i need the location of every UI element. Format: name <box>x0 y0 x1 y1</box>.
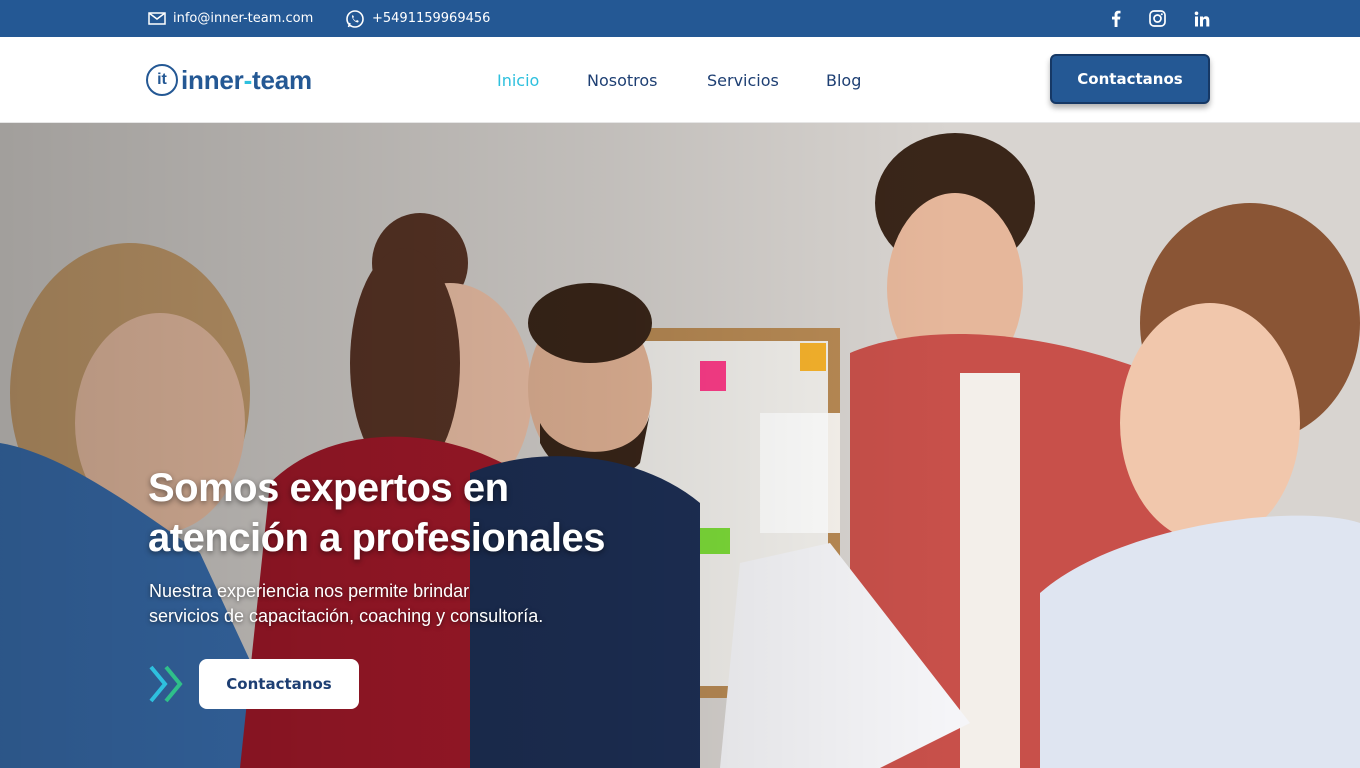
top-bar: info@inner-team.com +5491159969456 <box>0 0 1360 37</box>
hero-title-line-1: Somos expertos en <box>148 466 509 510</box>
hero-title: Somos expertos en atención a profesional… <box>148 463 668 563</box>
logo[interactable]: it inner-team <box>146 62 312 98</box>
logo-mark: it <box>146 64 178 96</box>
mail-icon <box>148 12 166 25</box>
linkedin-icon[interactable] <box>1190 0 1214 37</box>
whatsapp-icon <box>346 9 364 28</box>
site-header: it inner-team Inicio Nosotros Servicios … <box>0 37 1360 123</box>
hero-subtitle: Nuestra experiencia nos permite brindar … <box>149 579 649 629</box>
logo-wordmark: inner-team <box>181 65 312 96</box>
phone-text: +5491159969456 <box>372 11 491 26</box>
nav-inicio[interactable]: Inicio <box>497 37 539 123</box>
hero-subtitle-line-1: Nuestra experiencia nos permite brindar <box>149 581 470 601</box>
header-contact-button[interactable]: Contactanos <box>1050 54 1210 104</box>
email-link[interactable]: info@inner-team.com <box>148 0 313 37</box>
phone-link[interactable]: +5491159969456 <box>345 0 490 37</box>
nav-blog[interactable]: Blog <box>826 37 861 123</box>
logo-word-team: team <box>252 64 312 95</box>
hero-section: Somos expertos en atención a profesional… <box>0 123 1360 768</box>
logo-word-inner: inner <box>181 64 244 95</box>
nav-nosotros[interactable]: Nosotros <box>587 37 658 123</box>
instagram-icon[interactable] <box>1145 0 1169 37</box>
double-chevron-icon <box>149 665 183 703</box>
nav-servicios[interactable]: Servicios <box>707 37 779 123</box>
email-text: info@inner-team.com <box>173 11 314 26</box>
hero-contact-button[interactable]: Contactanos <box>199 659 359 709</box>
hero-subtitle-line-2: servicios de capacitación, coaching y co… <box>149 606 544 626</box>
hero-title-line-2: atención a profesionales <box>148 516 606 560</box>
facebook-icon[interactable] <box>1104 0 1128 37</box>
logo-dash: - <box>243 64 253 95</box>
